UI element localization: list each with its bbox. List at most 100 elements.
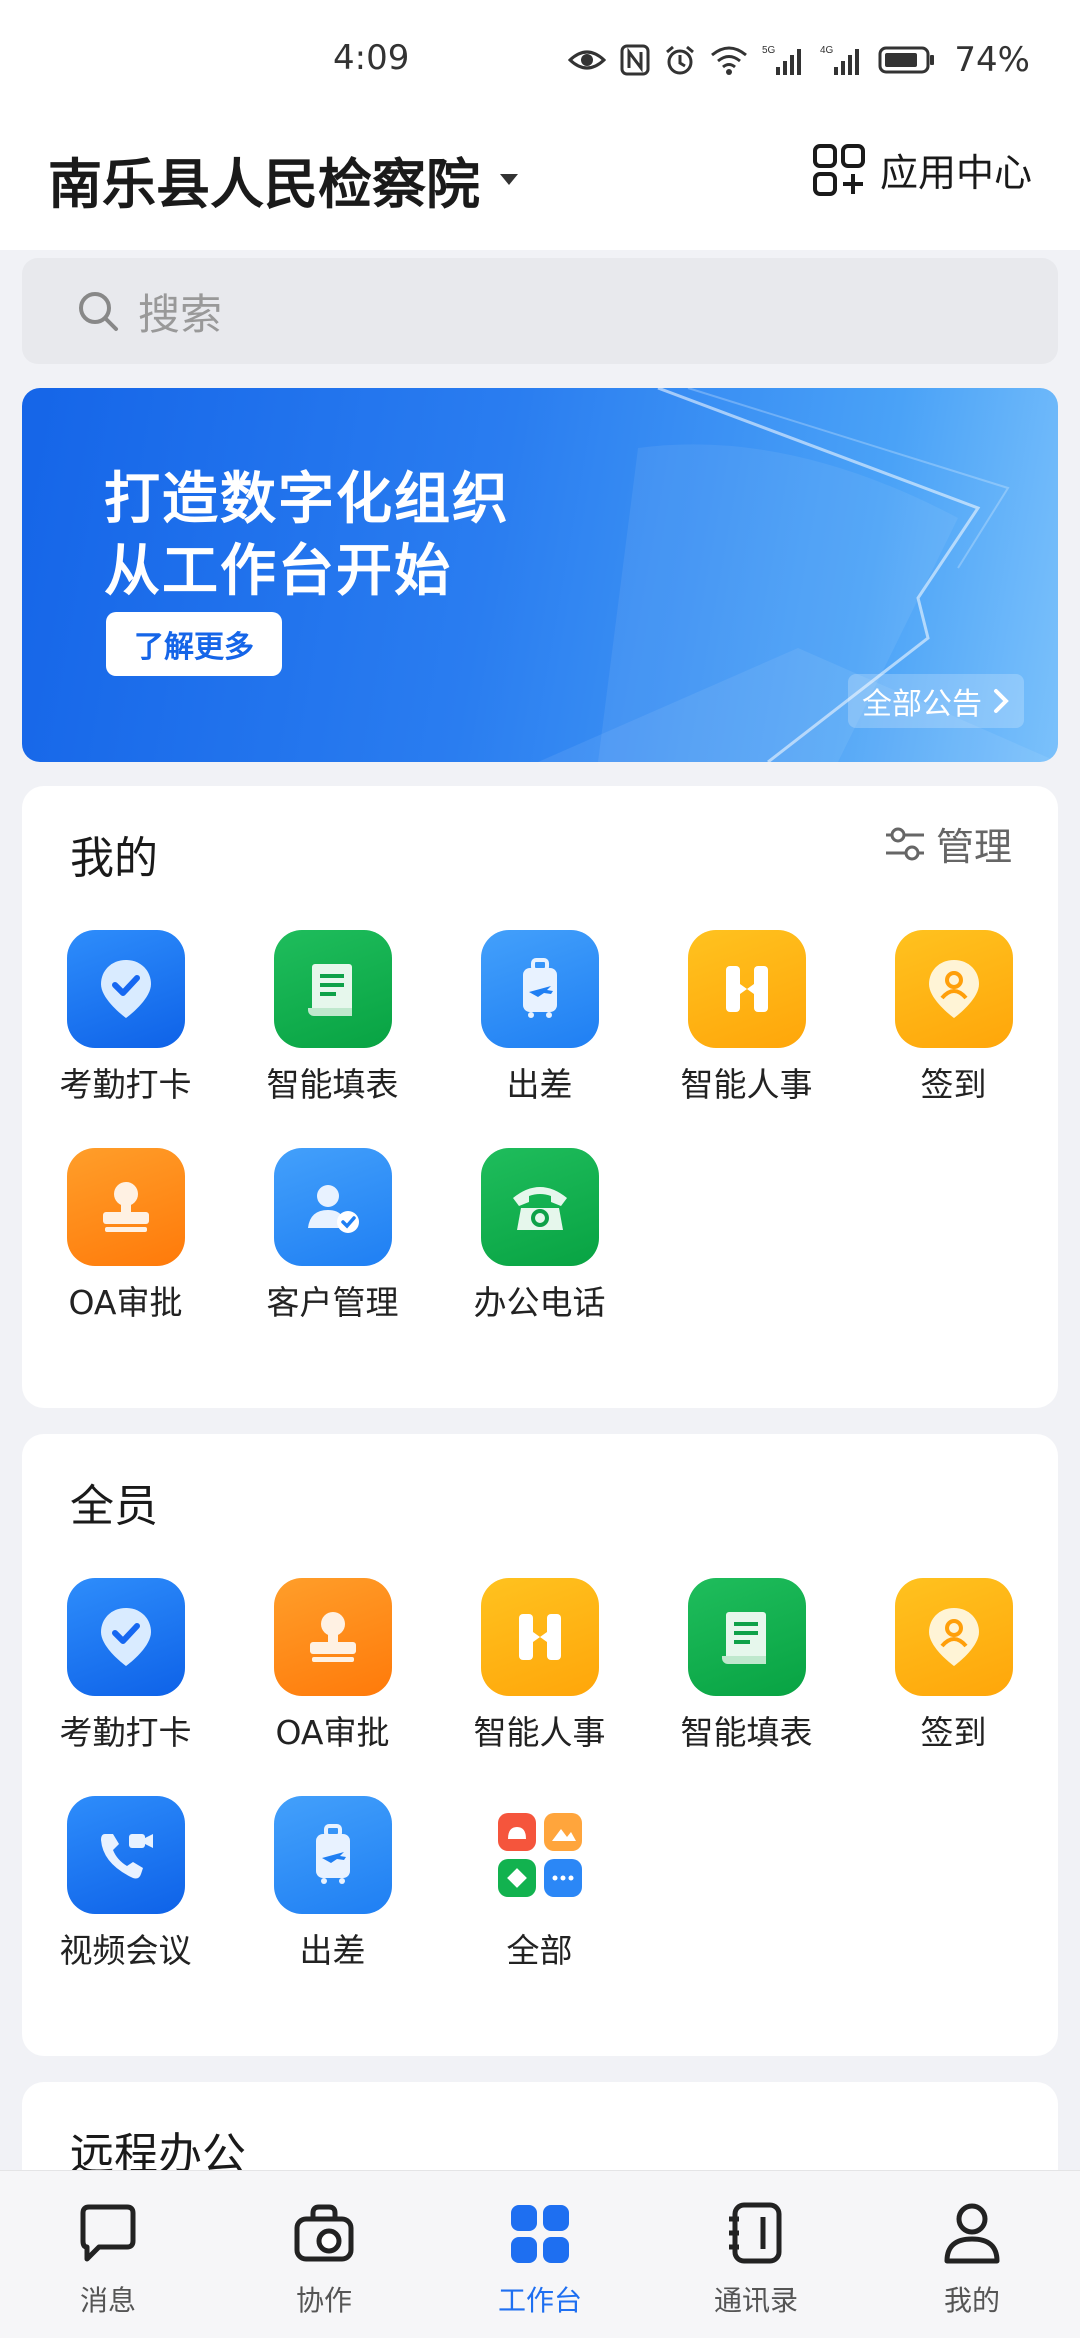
nav-contacts[interactable]: 通讯录 <box>648 2171 864 2338</box>
workbench-grid-icon <box>511 2205 569 2263</box>
svg-text:4G: 4G <box>820 45 834 56</box>
nav-messages[interactable]: 消息 <box>0 2171 216 2338</box>
video-call-icon <box>67 1796 185 1914</box>
org-switcher[interactable]: 南乐县人民检察院 <box>48 140 518 219</box>
all-announcements-button[interactable]: 全部公告 <box>848 674 1024 728</box>
app-label: OA审批 <box>275 1713 390 1752</box>
nav-workbench[interactable]: 工作台 <box>432 2171 648 2338</box>
all-apps-icon <box>481 1796 599 1914</box>
app-label: 智能填表 <box>680 1713 813 1752</box>
sliders-icon <box>885 827 924 860</box>
app-business-trip[interactable]: 出差 <box>229 1796 436 1996</box>
h-logo-icon <box>688 930 806 1048</box>
search-icon <box>79 292 118 331</box>
person-pin-icon <box>895 1578 1013 1696</box>
app-smart-hr[interactable]: 智能人事 <box>436 1578 643 1778</box>
eye-icon <box>568 50 607 70</box>
all-staff-apps-card: 全员 考勤打卡 OA审批 智能人事 智能填表 签到 视频会议 出差 全部 <box>22 1434 1058 2056</box>
suitcase-plane-icon <box>274 1796 392 1914</box>
banner-headline-2: 从工作台开始 <box>104 539 452 604</box>
app-customer-management[interactable]: 客户管理 <box>229 1148 436 1348</box>
collab-bag-icon <box>294 2204 354 2262</box>
app-grid-plus-icon <box>812 143 865 196</box>
stamp-icon <box>274 1578 392 1696</box>
h-logo-icon <box>481 1578 599 1696</box>
check-location-icon <box>67 930 185 1048</box>
all-staff-title: 全员 <box>70 1481 158 1532</box>
app-video-meeting[interactable]: 视频会议 <box>22 1796 229 1996</box>
app-label: 出差 <box>299 1931 366 1970</box>
nfc-icon <box>620 44 650 76</box>
app-oa-approval[interactable]: OA审批 <box>22 1148 229 1348</box>
form-scroll-icon <box>274 930 392 1048</box>
app-check-in[interactable]: 签到 <box>850 930 1057 1130</box>
app-center-button[interactable]: 应用中心 <box>812 142 1032 197</box>
app-office-phone[interactable]: 办公电话 <box>436 1148 643 1348</box>
manage-button[interactable]: 管理 <box>884 816 1012 871</box>
nav-label: 协作 <box>295 2284 352 2317</box>
nav-collaboration[interactable]: 协作 <box>216 2171 432 2338</box>
nav-label: 通讯录 <box>713 2284 798 2317</box>
contacts-book-icon <box>729 2202 782 2264</box>
app-label: 全部 <box>506 1931 573 1970</box>
app-label: 签到 <box>920 1713 987 1752</box>
telephone-icon <box>481 1148 599 1266</box>
form-scroll-icon <box>688 1578 806 1696</box>
app-label: 考勤打卡 <box>59 1065 192 1104</box>
bottom-nav: 消息 协作 工作台 通讯录 我的 <box>0 2170 1080 2338</box>
app-label: 智能填表 <box>266 1065 399 1104</box>
app-center-label: 应用中心 <box>879 151 1032 195</box>
header: 南乐县人民检察院 应用中心 <box>0 120 1080 250</box>
wifi-icon <box>711 46 748 75</box>
app-label: 出差 <box>506 1065 573 1104</box>
chat-bubble-icon <box>80 2204 136 2262</box>
person-icon <box>944 2203 1000 2264</box>
app-label: 视频会议 <box>59 1931 192 1970</box>
suitcase-plane-icon <box>481 930 599 1048</box>
customer-check-icon <box>274 1148 392 1266</box>
app-label: 客户管理 <box>266 1283 399 1322</box>
org-name: 南乐县人民检察院 <box>48 153 480 216</box>
app-attendance[interactable]: 考勤打卡 <box>22 1578 229 1778</box>
app-smart-form[interactable]: 智能填表 <box>643 1578 850 1778</box>
caret-down-icon <box>500 174 518 185</box>
app-all[interactable]: 全部 <box>436 1796 643 1996</box>
app-oa-approval[interactable]: OA审批 <box>229 1578 436 1778</box>
signal-5g-icon: 5G <box>762 45 802 75</box>
alarm-icon <box>666 45 695 75</box>
check-location-icon <box>67 1578 185 1696</box>
status-time: 4:09 <box>333 38 410 78</box>
status-icons: 5G 4G 74% <box>568 38 1030 82</box>
search-placeholder: 搜索 <box>138 289 223 339</box>
banner-headline-1: 打造数字化组织 <box>104 467 510 532</box>
app-label: 办公电话 <box>473 1283 606 1322</box>
all-announcements-label: 全部公告 <box>862 687 982 722</box>
battery-icon <box>878 46 935 74</box>
my-apps-card: 我的 管理 考勤打卡 智能填表 出差 智能人事 签到 OA审批 客户管理 办公电… <box>22 786 1058 1408</box>
search-bar[interactable]: 搜索 <box>22 258 1058 364</box>
nav-me[interactable]: 我的 <box>864 2171 1080 2338</box>
chevron-right-icon <box>994 689 1009 713</box>
nav-label: 消息 <box>79 2284 136 2317</box>
app-label: 智能人事 <box>680 1065 813 1104</box>
app-label: 签到 <box>920 1065 987 1104</box>
app-smart-hr[interactable]: 智能人事 <box>643 930 850 1130</box>
my-apps-title: 我的 <box>70 833 158 884</box>
person-pin-icon <box>895 930 1013 1048</box>
nav-label: 工作台 <box>497 2284 582 2317</box>
app-label: OA审批 <box>68 1283 183 1322</box>
nav-label: 我的 <box>943 2284 1000 2317</box>
svg-text:5G: 5G <box>762 45 776 56</box>
manage-label: 管理 <box>935 825 1012 869</box>
app-business-trip[interactable]: 出差 <box>436 930 643 1130</box>
signal-4g-icon: 4G <box>820 45 860 75</box>
status-bar: 4:09 5G 4G 74% <box>0 0 1080 120</box>
app-attendance[interactable]: 考勤打卡 <box>22 930 229 1130</box>
app-smart-form[interactable]: 智能填表 <box>229 930 436 1130</box>
battery-percent: 74% <box>954 40 1030 80</box>
promo-banner[interactable]: 打造数字化组织 从工作台开始 了解更多 全部公告 <box>22 388 1058 762</box>
app-label: 智能人事 <box>473 1713 606 1752</box>
app-label: 考勤打卡 <box>59 1713 192 1752</box>
learn-more-button[interactable]: 了解更多 <box>106 612 282 676</box>
app-check-in[interactable]: 签到 <box>850 1578 1057 1778</box>
